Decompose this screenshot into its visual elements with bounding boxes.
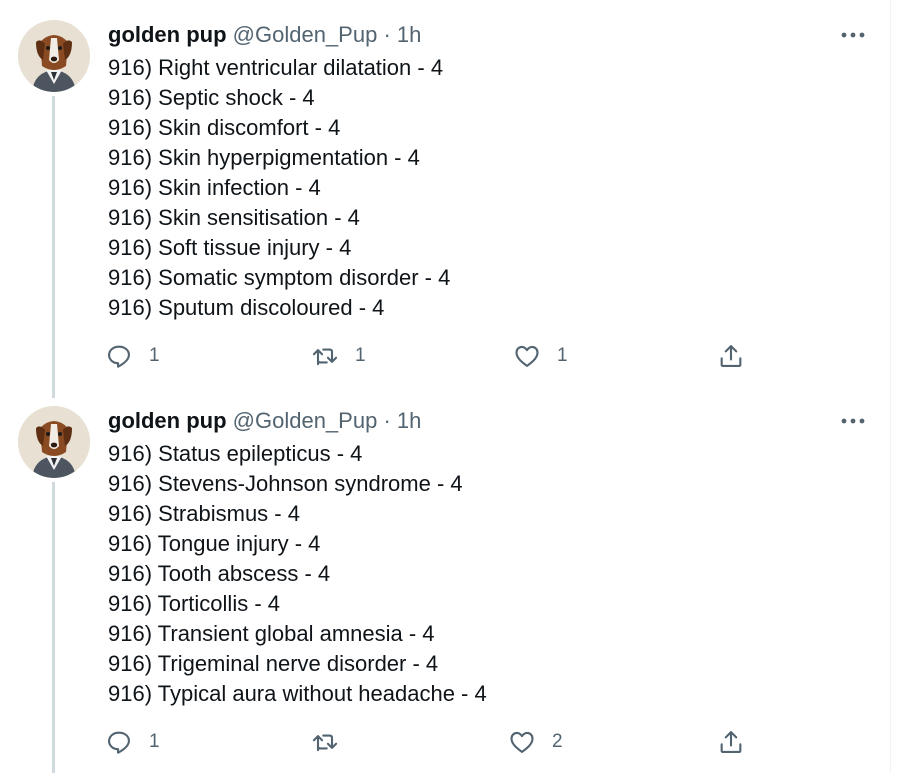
timestamp[interactable]: 1h [397, 22, 421, 47]
author-handle[interactable]: @Golden_Pup [233, 408, 378, 433]
more-icon [841, 418, 865, 424]
share-button[interactable] [717, 339, 745, 373]
share-icon [720, 731, 742, 753]
tweet-line: 916) Right ventricular dilatation - 4 [108, 55, 444, 80]
tweet-line: 916) Stevens-Johnson syndrome - 4 [108, 471, 463, 496]
retweet-icon [312, 734, 338, 752]
reply-button[interactable]: 1 [105, 725, 160, 759]
tweet-line: 916) Somatic symptom disorder - 4 [108, 265, 451, 290]
avatar[interactable] [18, 20, 90, 92]
author-name[interactable]: golden pup [108, 22, 227, 47]
retweet-button[interactable] [311, 725, 355, 759]
separator-dot: · [383, 408, 391, 433]
share-button[interactable] [717, 725, 745, 759]
reply-count: 1 [149, 345, 160, 366]
reply-button[interactable]: 1 [105, 339, 160, 373]
tweet-line: 916) Tongue injury - 4 [108, 531, 321, 556]
retweet-button[interactable]: 1 [311, 339, 366, 373]
tweet-text: 916) Status epilepticus - 4 916) Stevens… [108, 439, 487, 709]
tweet-actions: 1 2 [105, 725, 765, 759]
timestamp[interactable]: 1h [397, 408, 421, 433]
like-icon [515, 345, 539, 367]
separator-dot: · [383, 22, 391, 47]
timeline-border [890, 0, 891, 773]
reply-icon [108, 345, 130, 368]
more-icon [841, 32, 865, 38]
tweet-actions: 1 1 1 [105, 339, 765, 373]
tweet-header: golden pup @Golden_Pup · 1h [108, 20, 421, 50]
author-name[interactable]: golden pup [108, 408, 227, 433]
more-button[interactable] [838, 406, 868, 436]
tweet-line: 916) Soft tissue injury - 4 [108, 235, 352, 260]
tweet-line: 916) Skin hyperpigmentation - 4 [108, 145, 420, 170]
tweet-line: 916) Skin infection - 4 [108, 175, 321, 200]
tweet-line: 916) Status epilepticus - 4 [108, 441, 363, 466]
like-count: 1 [557, 345, 568, 366]
tweet-line: 916) Transient global amnesia - 4 [108, 621, 435, 646]
tweet-line: 916) Tooth abscess - 4 [108, 561, 331, 586]
reply-icon [108, 731, 130, 754]
tweet-line: 916) Strabismus - 4 [108, 501, 300, 526]
like-button[interactable]: 1 [513, 339, 568, 373]
like-count: 2 [552, 731, 563, 752]
tweet[interactable]: golden pup @Golden_Pup · 1h 916) Right v… [0, 0, 890, 386]
author-handle[interactable]: @Golden_Pup [233, 22, 378, 47]
tweet[interactable]: golden pup @Golden_Pup · 1h 916) Status … [0, 386, 890, 773]
share-icon [720, 345, 742, 367]
like-icon [510, 731, 534, 753]
tweet-text: 916) Right ventricular dilatation - 4 91… [108, 53, 450, 323]
tweet-line: 916) Skin sensitisation - 4 [108, 205, 360, 230]
retweet-count: 1 [355, 345, 366, 366]
tweet-line: 916) Typical aura without headache - 4 [108, 681, 487, 706]
more-button[interactable] [838, 20, 868, 50]
tweet-header: golden pup @Golden_Pup · 1h [108, 406, 421, 436]
tweet-line: 916) Torticollis - 4 [108, 591, 280, 616]
avatar[interactable] [18, 406, 90, 478]
tweet-line: 916) Skin discomfort - 4 [108, 115, 341, 140]
like-button[interactable]: 2 [508, 725, 563, 759]
tweet-line: 916) Trigeminal nerve disorder - 4 [108, 651, 439, 676]
reply-count: 1 [149, 731, 160, 752]
retweet-icon [312, 348, 338, 366]
tweet-line: 916) Septic shock - 4 [108, 85, 315, 110]
tweet-line: 916) Sputum discoloured - 4 [108, 295, 385, 320]
